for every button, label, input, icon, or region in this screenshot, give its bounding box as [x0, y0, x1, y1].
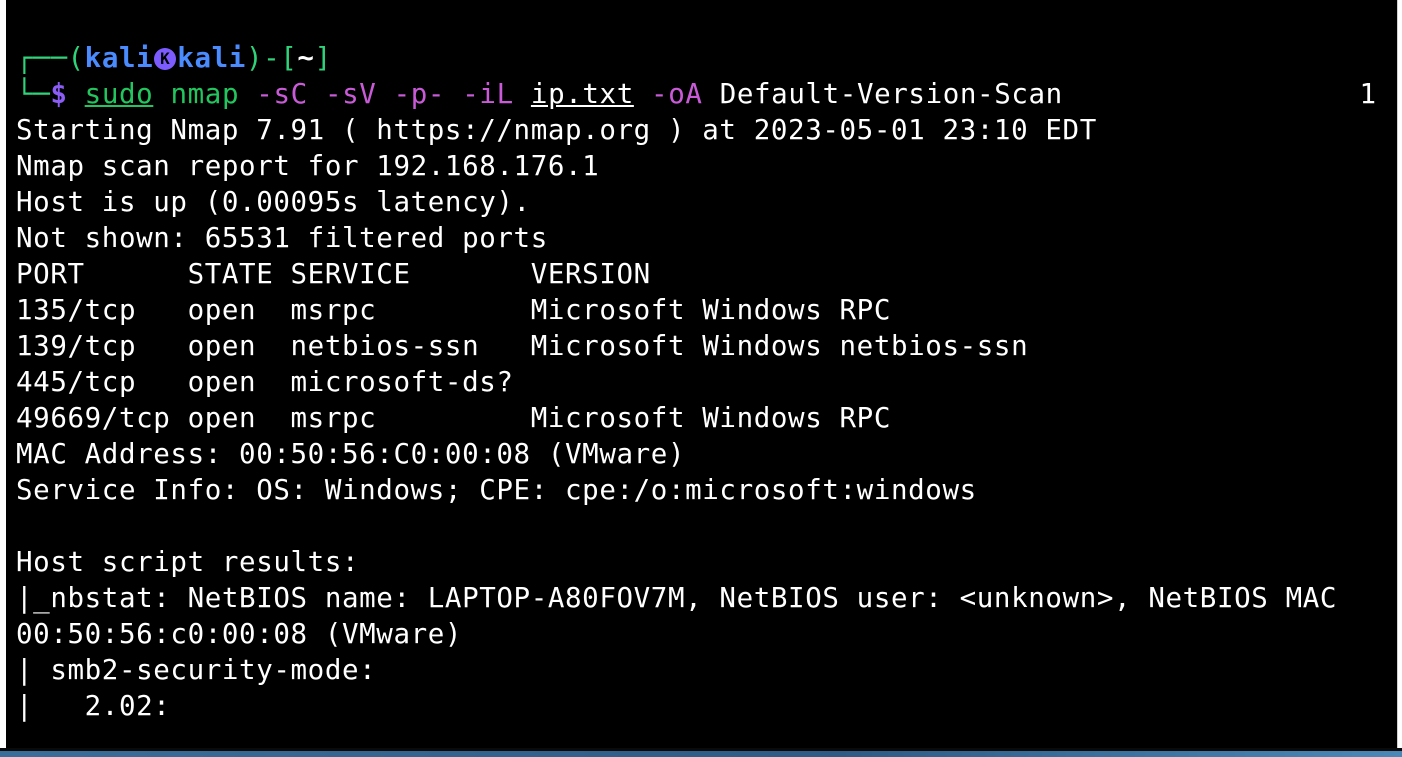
argument-output: Default-Version-Scan — [719, 78, 1063, 110]
option-sv: -sV — [324, 78, 377, 110]
prompt-user: kali — [84, 42, 154, 74]
window-right-edge — [1397, 0, 1402, 757]
output-line: |_nbstat: NetBIOS name: LAPTOP-A80FOV7M,… — [16, 582, 1338, 614]
argument-file: ip.txt — [530, 78, 634, 110]
option-oa: -oA — [651, 78, 703, 110]
terminal-pane[interactable]: ┌──(kali Kkali)-[~] └─$ sudo nmap -sC -sV… — [6, 0, 1398, 748]
option-p: -p- — [393, 78, 446, 110]
kali-dragon-icon: K — [154, 48, 177, 70]
port-table-row: 445/tcp open microsoft-ds? — [16, 366, 514, 398]
prompt-open-paren: ( — [67, 42, 85, 74]
screenshot-window: ┌──(kali Kkali)-[~] └─$ sudo nmap -sC -sV… — [0, 0, 1402, 757]
option-il: -iL — [462, 78, 514, 110]
output-line: Host is up (0.00095s latency). — [16, 186, 531, 218]
port-table-row: 135/tcp open msrpc Microsoft Windows RPC — [16, 294, 891, 326]
prompt-bracket: )-[ — [245, 42, 298, 74]
output-line: Service Info: OS: Windows; CPE: cpe:/o:m… — [16, 474, 977, 506]
command-sudo: sudo — [84, 78, 154, 110]
output-line: Host script results: — [16, 546, 360, 578]
taskbar-strip — [0, 751, 1402, 757]
output-line: | 2.02: — [16, 690, 171, 722]
option-sc: -sC — [256, 78, 308, 110]
port-table-row: 139/tcp open netbios-ssn Microsoft Windo… — [16, 330, 1029, 362]
prompt-close-bracket: ] — [314, 42, 332, 74]
prompt-header-line: ┌──(kali Kkali)-[~] — [16, 40, 332, 76]
output-line: | smb2-security-mode: — [16, 654, 377, 686]
output-line: Nmap scan report for 192.168.176.1 — [16, 150, 600, 182]
prompt-dollar: $ — [50, 78, 68, 110]
output-line: Starting Nmap 7.91 ( https://nmap.org ) … — [16, 114, 1097, 146]
prompt-host: kali — [177, 42, 246, 74]
port-table-row: 49669/tcp open msrpc Microsoft Windows R… — [16, 402, 891, 434]
port-table-header: PORT STATE SERVICE VERSION — [16, 258, 651, 290]
prompt-corner-bottom: └─ — [16, 78, 51, 110]
output-line: Not shown: 65531 filtered ports — [16, 222, 548, 254]
command-line[interactable]: └─$ sudo nmap -sC -sV -p- -iL ip.txt -oA… — [16, 76, 1063, 112]
terminal-counter: 1 — [1359, 78, 1376, 110]
output-line: 00:50:56:c0:00:08 (VMware) — [16, 618, 463, 650]
prompt-corner-top: ┌── — [16, 42, 68, 74]
prompt-cwd: ~ — [297, 42, 315, 74]
output-line: MAC Address: 00:50:56:C0:00:08 (VMware) — [16, 438, 686, 470]
command-nmap: nmap — [170, 78, 240, 110]
